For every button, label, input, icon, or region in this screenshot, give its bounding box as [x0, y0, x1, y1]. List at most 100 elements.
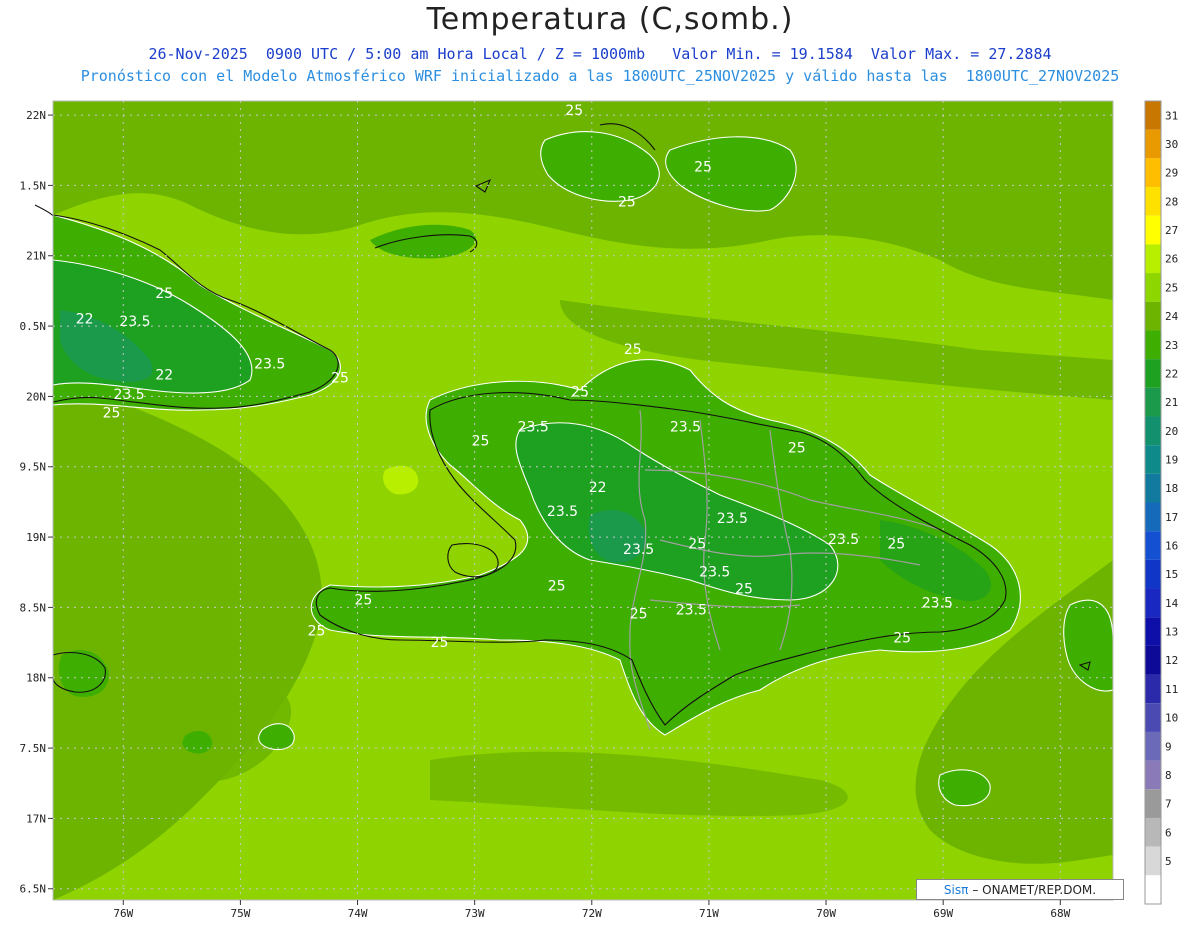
contour-label: 25	[548, 579, 566, 595]
colorbar-label: 20	[1165, 425, 1178, 438]
contour-label: 25	[571, 384, 589, 400]
colorbar-label: 6	[1165, 826, 1172, 839]
longitude-axis: 76W 75W 74W 73W 72W 71W 70W 69W 68W	[113, 900, 1071, 920]
colorbar-label: 14	[1165, 597, 1179, 610]
lon-tick-label: 75W	[230, 907, 250, 920]
colorbar-label: 8	[1165, 769, 1172, 782]
lat-tick-label: 8.5N	[20, 601, 47, 614]
credit-box: Sisπ – ONAMET/REP.DOM.	[916, 879, 1124, 900]
colorbar-swatch	[1145, 445, 1161, 474]
contour-label: 25	[887, 536, 905, 552]
colorbar-label: 29	[1165, 167, 1178, 180]
contour-label: 25	[893, 631, 911, 647]
lat-tick-label: 21N	[26, 250, 46, 263]
colorbar-swatch	[1145, 416, 1161, 446]
contour-label: 25	[308, 624, 326, 640]
colorbar-swatch	[1145, 559, 1161, 589]
colorbar-label: 15	[1165, 568, 1178, 581]
lon-tick-label: 73W	[465, 907, 485, 920]
colorbar-label: 17	[1165, 511, 1178, 524]
lat-tick-label: 1.5N	[20, 179, 47, 192]
coast-cuba-north	[34, 204, 54, 217]
colorbar-label: 31	[1165, 109, 1178, 122]
credit-text: – ONAMET/REP.DOM.	[972, 882, 1097, 897]
lat-tick-label: 0.5N	[20, 320, 47, 333]
contour-label: 25	[431, 635, 449, 651]
colorbar-swatch	[1145, 244, 1161, 274]
colorbar-swatch	[1145, 502, 1161, 532]
contour-label: 23.5	[547, 504, 578, 520]
colorbar-label: 21	[1165, 396, 1178, 409]
colorbar-label: 12	[1165, 654, 1178, 667]
contour-label: 23.5	[119, 314, 150, 330]
temperature-map: 25 25 25 25 22 23.5 23.5 25 22 23.5 25 25 25 23.5 25 23…	[20, 100, 1179, 920]
colorbar-label: 22	[1165, 367, 1178, 380]
latitude-axis: 22N 1.5N 21N 0.5N 20N 9.5N 19N 8.5N 18N 7.5N 17N 6.…	[20, 109, 53, 896]
contour-label: 23.5	[699, 564, 730, 580]
contour-label: 23.5	[676, 602, 707, 618]
colorbar-swatch	[1145, 674, 1161, 704]
contour-label: 25	[472, 434, 490, 450]
colorbar-swatch	[1145, 703, 1161, 732]
lat-tick-label: 7.5N	[20, 742, 47, 755]
lon-tick-label: 74W	[348, 907, 368, 920]
colorbar-swatch	[1145, 817, 1161, 847]
credit-brand: Sisπ	[943, 882, 969, 897]
contour-label: 25	[354, 593, 372, 609]
contour-label: 25	[735, 581, 753, 597]
contour-label: 25	[624, 342, 642, 358]
contour-label: 25	[788, 441, 806, 457]
colorbar-swatch	[1145, 531, 1161, 560]
contour-label: 23.5	[828, 532, 859, 548]
colorbar-label: 25	[1165, 281, 1178, 294]
contour-label: 23.5	[623, 542, 654, 558]
contour-label: 22	[589, 480, 607, 496]
colorbar-swatch	[1145, 617, 1161, 646]
contour-label: 23.5	[254, 356, 285, 372]
colorbar-swatch	[1145, 387, 1161, 417]
contour-label: 25	[331, 370, 349, 386]
contour-label: 23.5	[922, 595, 953, 611]
colorbar-swatch	[1145, 645, 1161, 675]
colorbar-label: 18	[1165, 482, 1178, 495]
colorbar-label: 16	[1165, 540, 1178, 553]
colorbar-swatch	[1145, 129, 1161, 159]
colorbar-swatch	[1145, 760, 1161, 790]
colorbar-swatch	[1145, 875, 1161, 904]
colorbar-label: 24	[1165, 310, 1179, 323]
contour-label: 25	[155, 286, 173, 302]
colorbar-label: 28	[1165, 195, 1178, 208]
lon-tick-label: 72W	[582, 907, 602, 920]
colorbar-swatch	[1145, 846, 1161, 876]
lat-tick-label: 6.5N	[20, 883, 47, 896]
colorbar-swatch	[1145, 330, 1161, 360]
colorbar-swatch	[1145, 588, 1161, 618]
contour-label: 23.5	[670, 420, 701, 436]
colorbar-swatch	[1145, 187, 1161, 216]
colorbar-label: 7	[1165, 798, 1172, 811]
contour-label: 25	[103, 406, 121, 422]
lat-tick-label: 17N	[26, 812, 46, 825]
contour-label: 23.5	[518, 420, 549, 436]
contour-label: 25	[565, 103, 583, 119]
contour-label: 25	[630, 607, 648, 623]
lat-tick-label: 20N	[26, 390, 46, 403]
lat-tick-label: 9.5N	[20, 461, 47, 474]
lon-tick-label: 68W	[1050, 907, 1070, 920]
lat-tick-label: 19N	[26, 531, 46, 544]
colorbar-swatch	[1145, 101, 1161, 130]
colorbar-label: 11	[1165, 683, 1178, 696]
colorbar-label: 5	[1165, 855, 1172, 868]
colorbar-label: 26	[1165, 253, 1178, 266]
contour-label: 25	[688, 536, 706, 552]
colorbar-swatch	[1145, 273, 1161, 302]
colorbar-label: 23	[1165, 339, 1178, 352]
lon-tick-label: 70W	[816, 907, 836, 920]
contour-label: 22	[155, 368, 173, 384]
colorbar-label: 27	[1165, 224, 1178, 237]
colorbar-label: 9	[1165, 740, 1172, 753]
lon-tick-label: 76W	[113, 907, 133, 920]
lat-tick-label: 22N	[26, 109, 46, 122]
lon-tick-label: 71W	[699, 907, 719, 920]
colorbar-swatch	[1145, 301, 1161, 331]
